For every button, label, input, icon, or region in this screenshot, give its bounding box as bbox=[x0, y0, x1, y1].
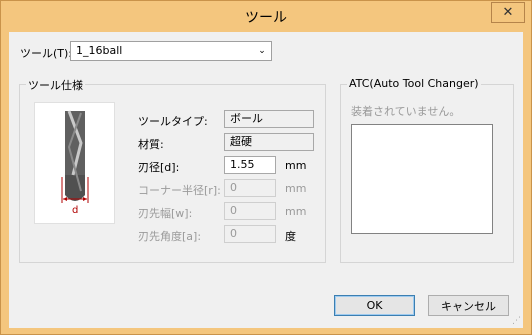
corner-radius-label: コーナー半径[r]: bbox=[138, 184, 221, 197]
atc-group: ATC(Auto Tool Changer) 装着されていません。 bbox=[340, 77, 514, 263]
diameter-label: d bbox=[72, 205, 78, 216]
material-field: 超硬 bbox=[224, 133, 314, 151]
tool-label: ツール(T): bbox=[20, 47, 73, 60]
tool-type-field: ボール bbox=[224, 110, 314, 128]
ball-end-mill-icon: d bbox=[61, 110, 89, 216]
tip-width-label: 刃先幅[w]: bbox=[138, 207, 193, 220]
cancel-button[interactable]: キャンセル bbox=[428, 295, 509, 316]
blade-diameter-unit: mm bbox=[285, 159, 307, 172]
atc-group-title: ATC(Auto Tool Changer) bbox=[347, 77, 481, 90]
tip-width-unit: mm bbox=[285, 205, 307, 218]
blade-diameter-field[interactable]: 1.55 bbox=[224, 156, 276, 174]
tool-spec-group: ツール仕様 d ツールタイプ: ボール 材質: 超硬 刃径[d]: 1.55 m… bbox=[19, 77, 326, 263]
resize-grip-icon[interactable]: ⋰ bbox=[512, 316, 521, 326]
material-label: 材質: bbox=[138, 138, 164, 151]
dialog-client-area: ツール(T): 1_16ball ⌄ ツール仕様 d ツールタイプ: ボール 材… bbox=[9, 32, 523, 328]
tip-angle-unit: 度 bbox=[285, 230, 296, 243]
corner-radius-unit: mm bbox=[285, 182, 307, 195]
atc-list-box[interactable] bbox=[351, 124, 493, 234]
title-bar[interactable]: ツール ✕ bbox=[1, 1, 531, 32]
tool-spec-group-title: ツール仕様 bbox=[26, 77, 85, 93]
tool-dialog-window: ツール ✕ ツール(T): 1_16ball ⌄ ツール仕様 d ツールタイプ:… bbox=[0, 0, 532, 335]
tool-diagram: d bbox=[34, 102, 115, 224]
close-button[interactable]: ✕ bbox=[491, 2, 525, 23]
tip-angle-field[interactable]: 0 bbox=[224, 225, 276, 243]
tool-type-label: ツールタイプ: bbox=[138, 115, 208, 128]
tool-select-value: 1_16ball bbox=[76, 44, 123, 57]
tool-select[interactable]: 1_16ball ⌄ bbox=[70, 41, 272, 61]
chevron-down-icon[interactable]: ⌄ bbox=[257, 42, 267, 60]
blade-diameter-label: 刃径[d]: bbox=[138, 161, 180, 174]
window-title: ツール bbox=[245, 10, 287, 26]
corner-radius-field[interactable]: 0 bbox=[224, 179, 276, 197]
atc-status-text: 装着されていません。 bbox=[351, 105, 461, 118]
ok-button[interactable]: OK bbox=[334, 295, 415, 316]
tip-width-field[interactable]: 0 bbox=[224, 202, 276, 220]
tip-angle-label: 刃先角度[a]: bbox=[138, 230, 202, 243]
close-icon: ✕ bbox=[502, 5, 514, 20]
